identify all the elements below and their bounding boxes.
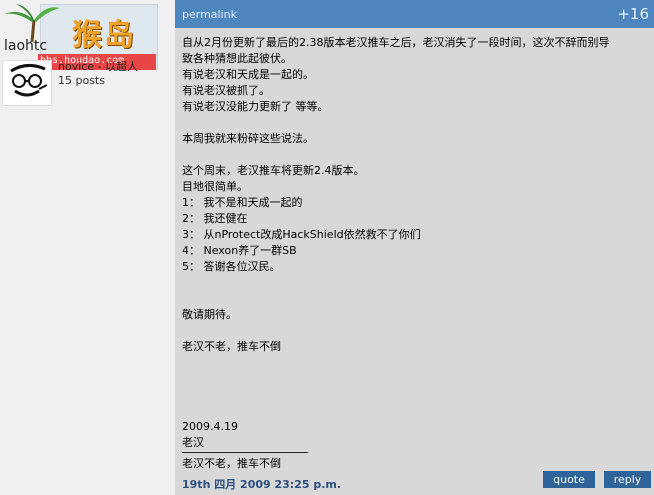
post-line: 本周我就来粉碎这些说法。: [182, 132, 314, 145]
post-line: [182, 323, 648, 339]
post-line: 老汉: [182, 436, 204, 449]
user-post-count: 15 posts: [58, 74, 105, 87]
post-line: 5： 答谢各位汉民。: [182, 260, 281, 273]
post-line: 目地很简单。: [182, 180, 248, 193]
post-line: 老汉不老，推车不倒: [182, 340, 281, 353]
post-line: 自从2月份更新了最后的2.38版本老汉推车之后，老汉消失了一段时间，这次不辞而别…: [182, 36, 610, 49]
post-line: 有说老汉和天成是一起的。: [182, 68, 314, 81]
post-line: [182, 403, 648, 419]
username[interactable]: laohtc: [4, 38, 47, 54]
post-line: 致各种猜想此起彼伏。: [182, 52, 292, 65]
post-content: 自从2月份更新了最后的2.38版本老汉推车之后，老汉消失了一段时间，这次不辞而别…: [182, 35, 648, 451]
signature: 老汉不老，推车不倒: [182, 457, 281, 470]
post-line: 有说老汉被抓了。: [182, 84, 270, 97]
user-rank: novice - 以超人: [58, 60, 139, 73]
post-line: [182, 115, 648, 131]
post-line: [182, 355, 648, 371]
post-date: 19th 四月 2009 23:25 p.m.: [182, 478, 342, 491]
post-line: 2009.4.19: [182, 420, 238, 433]
post-line: [182, 147, 648, 163]
post-body: 自从2月份更新了最后的2.38版本老汉推车之后，老汉消失了一段时间，这次不辞而别…: [175, 28, 654, 495]
post-line: 3： 从nProtect改成HackShield依然救不了你们: [182, 228, 421, 241]
signature-divider: [182, 452, 308, 453]
post-line: [182, 387, 648, 403]
post-line: [182, 291, 648, 307]
post-line: 敬请期待。: [182, 308, 237, 321]
post-line: [182, 371, 648, 387]
post-line: 1： 我不是和天成一起的: [182, 196, 303, 209]
post-line: 4： Nexon养了一群SB: [182, 244, 297, 257]
permalink-link[interactable]: permalink: [182, 8, 237, 21]
reply-button[interactable]: reply: [604, 471, 651, 488]
post-score: +16: [617, 5, 649, 23]
palm-tree-icon: [4, 4, 60, 42]
avatar: [2, 60, 52, 106]
quote-button[interactable]: quote: [543, 471, 595, 488]
user-column: 猴岛 bbs.houdao.com laohtc novice - 以超人 15…: [0, 0, 175, 495]
watermark-title: 猴岛: [72, 18, 136, 53]
post-line: 2： 我还健在: [182, 212, 248, 225]
post-line: [182, 275, 648, 291]
post-line: 这个周末，老汉推车将更新2.4版本。: [182, 164, 365, 177]
post-header: permalink +16: [175, 0, 654, 28]
post-line: 有说老汉没能力更新了 等等。: [182, 100, 329, 113]
